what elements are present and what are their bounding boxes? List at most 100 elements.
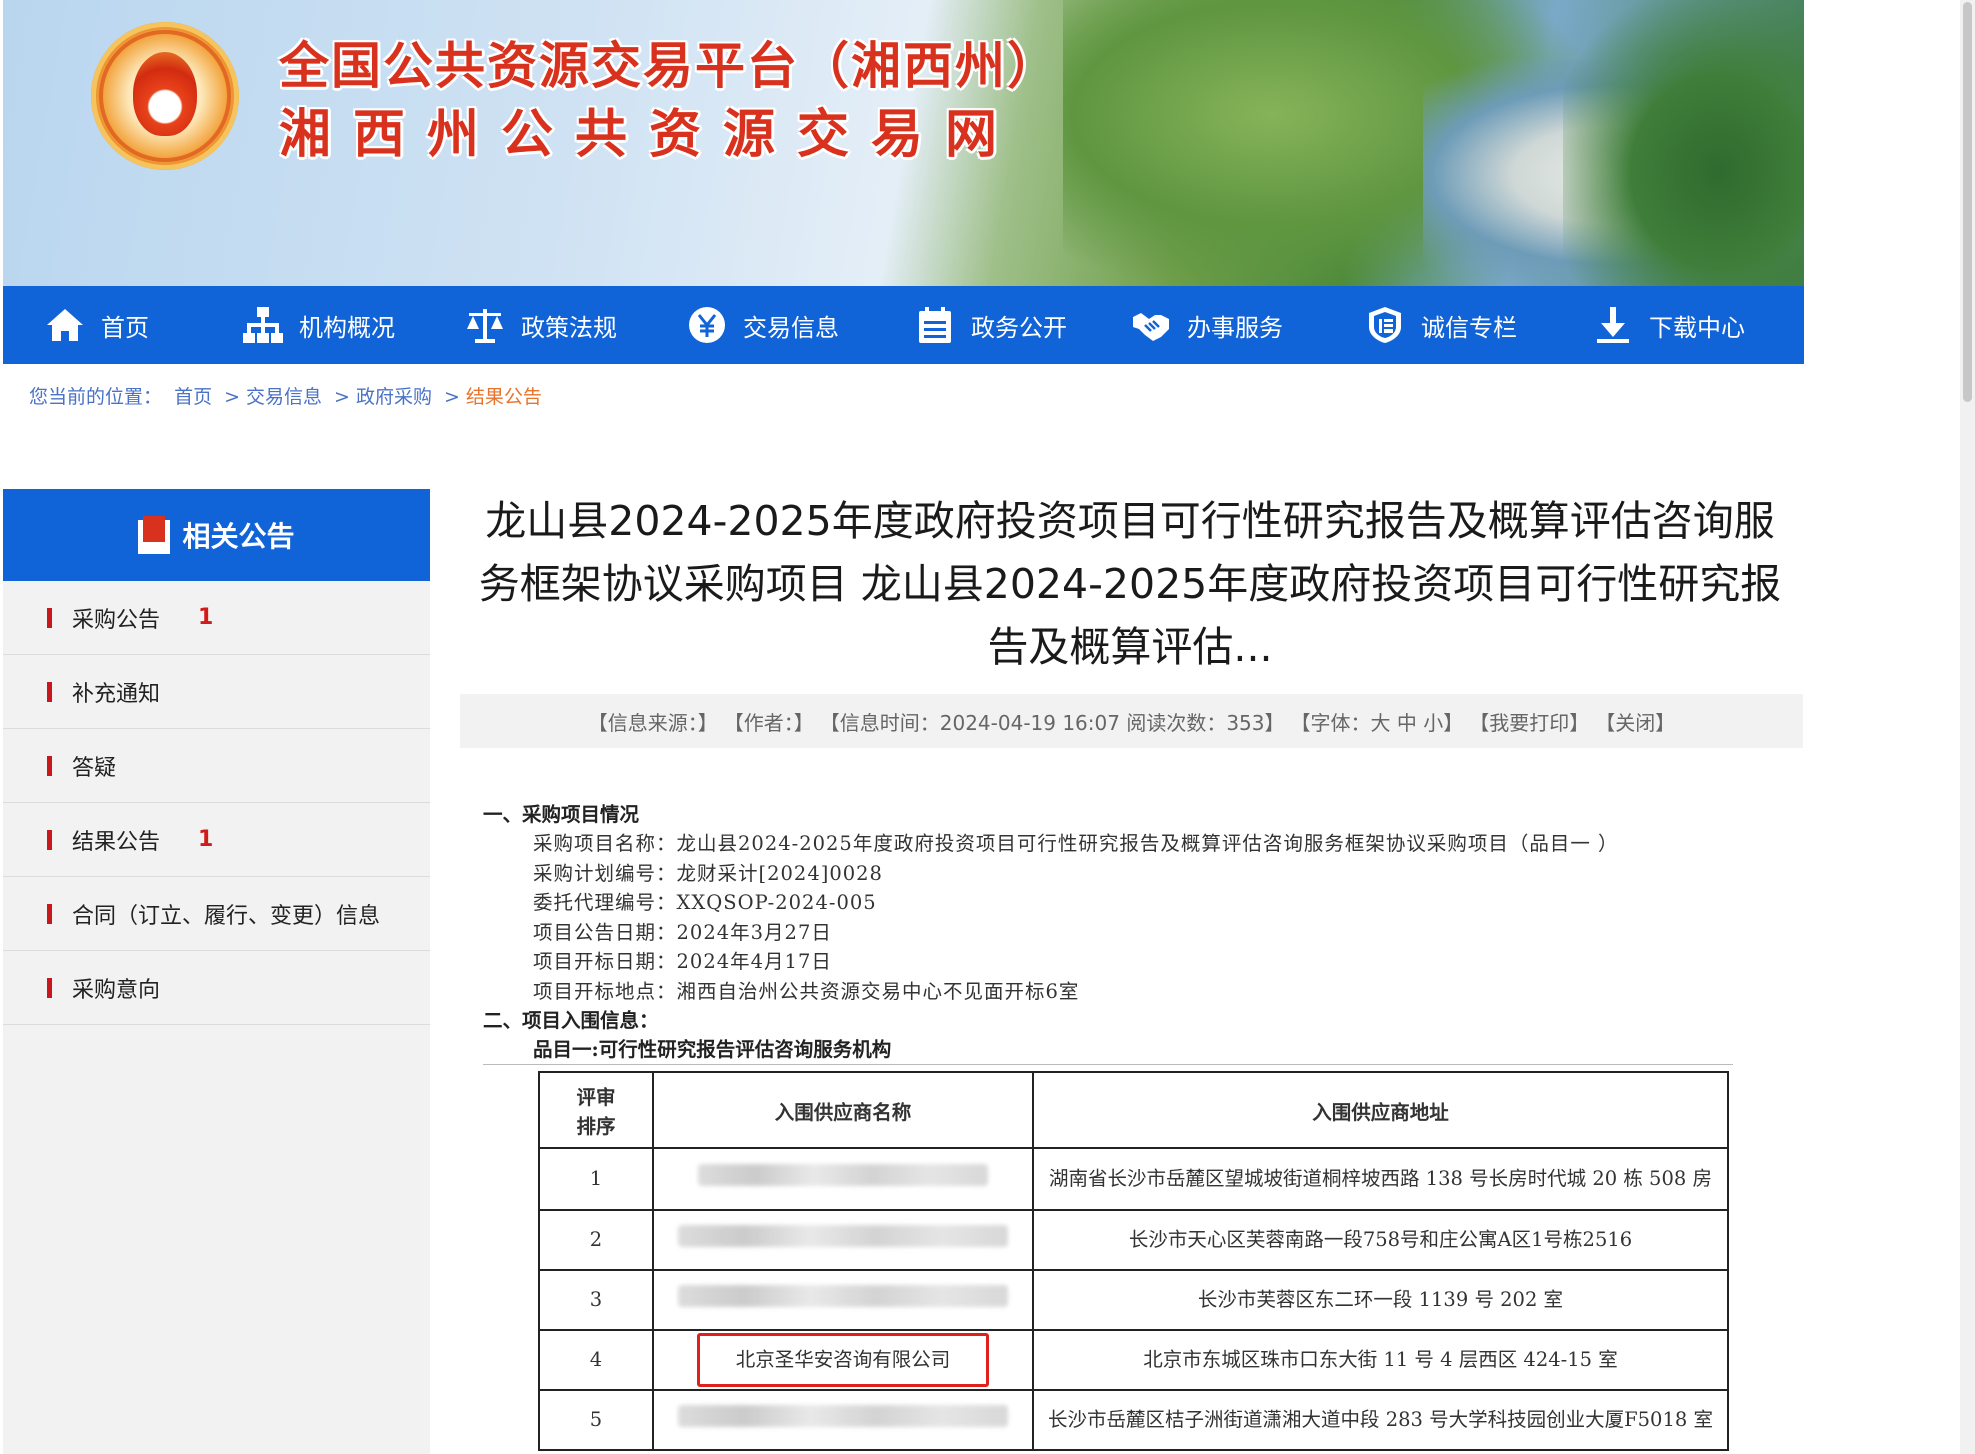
scrollbar-thumb[interactable] — [1963, 2, 1972, 402]
name-cell — [652, 1389, 1034, 1451]
close-link[interactable]: 【关闭】 — [1595, 707, 1675, 736]
meta-time: 【信息时间：2024-04-19 16:07 阅读次数：353】 — [819, 710, 1285, 735]
sidebar-item-procurement-notice[interactable]: 采购公告 1 — [3, 581, 430, 655]
print-link[interactable]: 【我要打印】 — [1469, 707, 1589, 736]
header-name: 入围供应商名称 — [652, 1071, 1034, 1149]
article-title: 龙山县2024-2025年度政府投资项目可行性研究报告及概算评估咨询服 务框架协… — [460, 490, 1800, 679]
address-cell: 湖南省长沙市岳麓区望城坡街道桐梓坡西路 138 号长房时代城 20 栋 508 … — [1032, 1147, 1729, 1211]
sidebar-item-label: 采购公告 — [72, 607, 161, 633]
sidebar-item-qa[interactable]: 答疑 — [3, 729, 430, 803]
nav-label: 机构概况 — [299, 313, 395, 342]
breadcrumb-trade[interactable]: 交易信息 — [246, 386, 322, 408]
nav-item-credit[interactable]: 诚信专栏 — [1365, 286, 1517, 364]
sidebar-header: 相关公告 — [3, 489, 430, 581]
sidebar-item-intent[interactable]: 采购意向 — [3, 951, 430, 1025]
breadcrumb-procurement[interactable]: 政府采购 — [356, 386, 432, 408]
sidebar-item-supplement[interactable]: 补充通知 — [3, 655, 430, 729]
header-address: 入围供应商地址 — [1032, 1071, 1729, 1149]
table-row: 4 北京圣华安咨询有限公司 北京市东城区珠市口东大街 11 号 4 层西区 42… — [538, 1329, 1729, 1391]
address-cell: 长沙市岳麓区桔子洲街道潇湘大道中段 283 号大学科技园创业大厦F5018 室 — [1032, 1389, 1729, 1451]
nav-item-service[interactable]: 办事服务 — [1131, 286, 1283, 364]
nav-label: 政务公开 — [971, 313, 1067, 342]
nav-label: 下载中心 — [1649, 313, 1745, 342]
bullet-bar — [47, 829, 52, 850]
nav-item-home[interactable]: 首页 — [45, 286, 149, 364]
breadcrumb-prefix: 您当前的位置： — [29, 386, 163, 408]
info-row: 采购计划编号：龙财采计[2024]0028 — [533, 861, 883, 885]
nav-label: 交易信息 — [743, 313, 839, 342]
bullet-bar — [47, 903, 52, 924]
sidebar: 相关公告 采购公告 1 补充通知 答疑 结果公告 1 合同（订立、履行、变更）信… — [3, 489, 430, 1454]
nav-label: 办事服务 — [1187, 313, 1283, 342]
count-badge: 1 — [198, 827, 214, 852]
nav-item-policy[interactable]: 政策法规 — [465, 286, 617, 364]
info-row: 委托代理编号：XXQSOP-2024-005 — [533, 891, 877, 914]
header-rank-line: 排序 — [576, 1115, 616, 1138]
credit-shield-icon — [1365, 305, 1405, 345]
rank-cell: 4 — [538, 1329, 654, 1391]
nav-label: 首页 — [101, 313, 149, 342]
sidebar-title: 相关公告 — [182, 520, 295, 553]
table-row: 2 长沙市天心区芙蓉南路一段758号和庄公寓A区1号栋2516 — [538, 1209, 1729, 1271]
sidebar-item-label: 合同（订立、履行、变更）信息 — [72, 903, 381, 929]
redacted-name — [698, 1164, 988, 1186]
rank-cell: 2 — [538, 1209, 654, 1271]
rank-cell: 1 — [538, 1147, 654, 1211]
highlighted-supplier-name: 北京圣华安咨询有限公司 — [696, 1333, 990, 1387]
nav-item-trade[interactable]: 交易信息 — [687, 286, 839, 364]
article-title-line: 龙山县2024-2025年度政府投资项目可行性研究报告及概算评估咨询服 — [485, 497, 1775, 545]
address-cell: 长沙市芙蓉区东二环一段 1139 号 202 室 — [1032, 1269, 1729, 1331]
logo-flame — [133, 52, 197, 136]
sub-heading: 品目一:可行性研究报告评估咨询服务机构 — [483, 1035, 1733, 1065]
emblem-flame-icon[interactable] — [91, 22, 239, 170]
nav-label: 诚信专栏 — [1421, 313, 1517, 342]
nav-item-public[interactable]: 政务公开 — [915, 286, 1067, 364]
breadcrumb-current[interactable]: 结果公告 — [466, 386, 542, 408]
rank-cell: 5 — [538, 1389, 654, 1451]
scales-icon — [465, 305, 505, 345]
info-row: 项目开标日期：2024年4月17日 — [533, 950, 832, 973]
page-scrollbar[interactable] — [1960, 0, 1975, 1454]
sidebar-item-label: 采购意向 — [72, 977, 161, 1003]
document-icon — [138, 516, 171, 554]
sidebar-item-result[interactable]: 结果公告 1 — [3, 803, 430, 877]
shortlist-table: 评审 排序 入围供应商名称 入围供应商地址 1 湖南省长沙市岳麓区望城坡街道桐梓… — [538, 1071, 1729, 1451]
address-cell: 北京市东城区珠市口东大街 11 号 4 层西区 424-15 室 — [1032, 1329, 1729, 1391]
meta-author: 【作者：】 — [723, 710, 814, 735]
sidebar-item-label: 结果公告 — [72, 829, 161, 855]
header-rank: 评审 排序 — [538, 1071, 654, 1149]
table-header-row: 评审 排序 入围供应商名称 入围供应商地址 — [538, 1071, 1729, 1149]
section-heading: 一、采购项目情况 — [483, 803, 640, 826]
rank-cell: 3 — [538, 1269, 654, 1331]
article-title-line: 务框架协议采购项目 龙山县2024-2025年度政府投资项目可行性研究报 — [478, 560, 1782, 608]
redacted-name — [678, 1285, 1008, 1307]
sidebar-item-contract[interactable]: 合同（订立、履行、变更）信息 — [3, 877, 430, 951]
article-title-line: 告及概算评估... — [987, 623, 1273, 671]
nav-label: 政策法规 — [521, 313, 617, 342]
font-size-switch[interactable]: 【字体：大 中 小】 — [1291, 707, 1464, 736]
article-meta: 【信息来源：】 【作者：】 【信息时间：2024-04-19 16:07 阅读次… — [460, 694, 1803, 748]
info-row: 项目开标地点：湘西自治州公共资源交易中心不见面开标6室 — [533, 979, 1080, 1003]
breadcrumb-separator: > — [334, 386, 350, 408]
section-heading: 二、项目入围信息： — [483, 1009, 659, 1032]
banner-forest — [1563, 0, 1804, 286]
header-banner: 全国公共资源交易平台（湘西州） 湘西州公共资源交易网 — [3, 0, 1804, 286]
table-row: 3 长沙市芙蓉区东二环一段 1139 号 202 室 — [538, 1269, 1729, 1331]
breadcrumb-home[interactable]: 首页 — [174, 386, 212, 408]
bullet-bar — [47, 607, 52, 628]
name-cell — [652, 1269, 1034, 1331]
page: 全国公共资源交易平台（湘西州） 湘西州公共资源交易网 首页 机构概况 政策法规 — [0, 0, 1975, 1454]
org-chart-icon — [243, 305, 283, 345]
site-title-secondary: 湘西州公共资源交易网 — [279, 105, 1020, 165]
redacted-name — [678, 1225, 1008, 1247]
bullet-bar — [47, 977, 52, 998]
name-cell — [652, 1209, 1034, 1271]
site-title-primary: 全国公共资源交易平台（湘西州） — [279, 37, 1059, 95]
nav-item-download[interactable]: 下载中心 — [1593, 286, 1745, 364]
info-row: 采购项目名称：龙山县2024-2025年度政府投资项目可行性研究报告及概算评估咨… — [533, 832, 1619, 855]
nav-item-org[interactable]: 机构概况 — [243, 286, 395, 364]
name-cell: 北京圣华安咨询有限公司 — [652, 1329, 1034, 1391]
breadcrumb: 您当前的位置： 首页 > 交易信息 > 政府采购 > 结果公告 — [29, 382, 548, 409]
article-body: 一、采购项目情况 采购项目名称：龙山县2024-2025年度政府投资项目可行性研… — [483, 800, 1783, 1065]
download-icon — [1593, 305, 1633, 345]
